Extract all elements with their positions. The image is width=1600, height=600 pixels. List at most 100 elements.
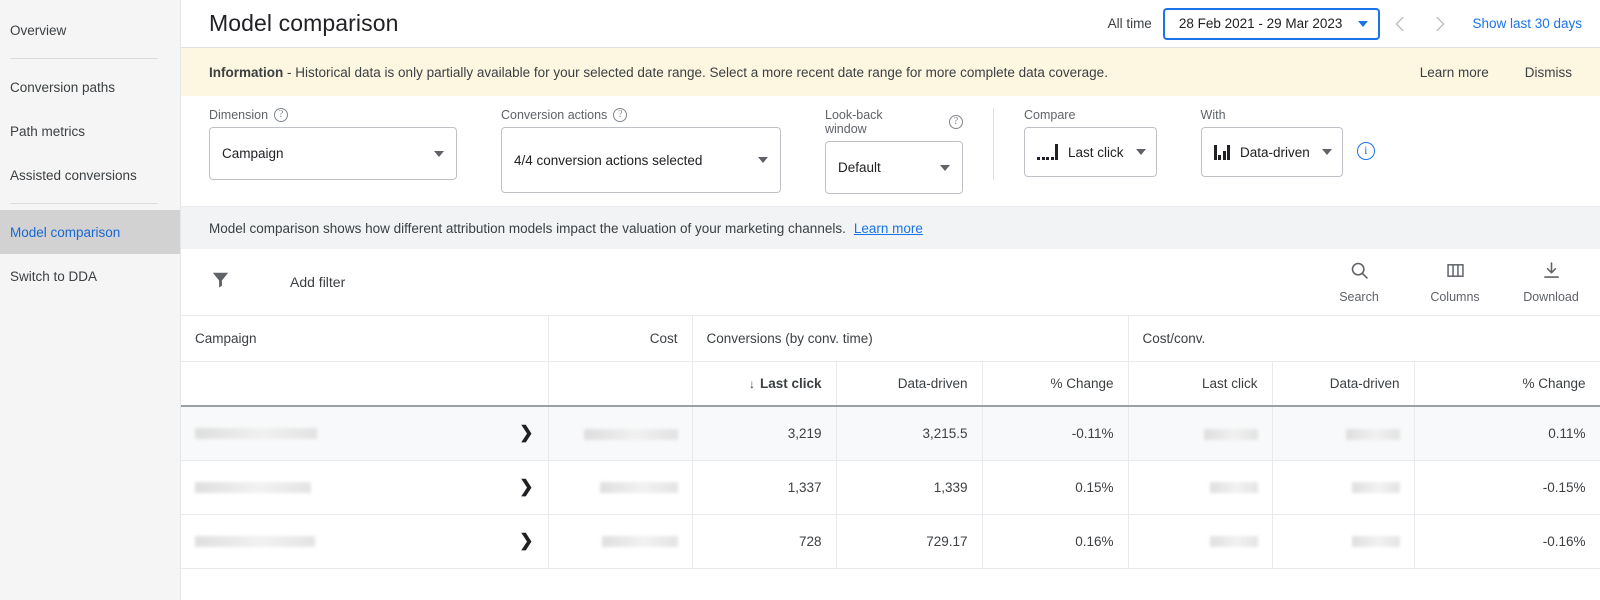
cell-campaign: ❯ xyxy=(181,460,549,515)
header-cost[interactable]: Cost xyxy=(548,316,693,362)
cell-conv-last-click: 1,337 xyxy=(692,460,837,515)
download-label: Download xyxy=(1523,290,1579,304)
lookback-value: Default xyxy=(838,160,881,175)
subheader-conv-last-click-label: Last click xyxy=(759,375,822,391)
compare-model-select[interactable]: Last click xyxy=(1024,127,1157,177)
campaign-name-redacted xyxy=(195,427,317,439)
compare-model-inner: Last click xyxy=(1037,144,1124,160)
table-subheader-row: ↓ Last click Data-driven % Change Last cl… xyxy=(181,361,1600,407)
subheader-cpc-data-driven[interactable]: Data-driven xyxy=(1272,361,1415,407)
data-driven-bars-icon xyxy=(1213,144,1231,160)
expand-row-chevron-icon[interactable]: ❯ xyxy=(519,531,533,551)
sidebar-item-overview[interactable]: Overview xyxy=(0,8,180,52)
model-comparison-table: Campaign Cost Conversions (by conv. time… xyxy=(181,316,1600,569)
download-button[interactable]: Download xyxy=(1520,260,1582,304)
expand-row-chevron-icon[interactable]: ❯ xyxy=(519,477,533,497)
help-icon[interactable]: ? xyxy=(274,108,289,122)
cpc-last-click-redacted xyxy=(1203,428,1258,440)
chevron-down-icon xyxy=(1358,20,1369,27)
header-controls: All time 28 Feb 2021 - 29 Mar 2023 Show … xyxy=(1108,4,1582,44)
dimension-select[interactable]: Campaign xyxy=(209,127,457,180)
cell-cpc-change: 0.11% xyxy=(1414,406,1600,461)
banner-learn-more-button[interactable]: Learn more xyxy=(1420,65,1489,80)
page-header: Model comparison All time 28 Feb 2021 - … xyxy=(181,0,1600,48)
show-last-30-days-link[interactable]: Show last 30 days xyxy=(1472,16,1582,31)
sidebar-item-label: Model comparison xyxy=(10,224,121,240)
with-model-control: With Data-driven xyxy=(1200,108,1343,177)
info-icon[interactable]: i xyxy=(1356,142,1375,160)
prev-period-button[interactable] xyxy=(1380,4,1420,44)
sidebar-item-conversion-paths[interactable]: Conversion paths xyxy=(0,65,180,109)
help-icon[interactable]: ? xyxy=(613,108,628,122)
sidebar-item-label: Assisted conversions xyxy=(10,167,137,183)
search-button[interactable]: Search xyxy=(1328,260,1390,304)
banner-message: Information - Historical data is only pa… xyxy=(209,65,1108,80)
next-period-button[interactable] xyxy=(1420,4,1460,44)
with-model-select[interactable]: Data-driven xyxy=(1200,127,1343,177)
chevron-down-icon xyxy=(434,150,444,157)
sidebar-item-model-comparison[interactable]: Model comparison xyxy=(0,210,180,254)
sidebar-item-switch-to-dda[interactable]: Switch to DDA xyxy=(0,254,180,298)
cell-cpc-last-click xyxy=(1128,460,1273,515)
sort-desc-icon: ↓ xyxy=(748,376,755,391)
table-row[interactable]: ❯ 728 729.17 0.16% -0.16% xyxy=(181,514,1600,569)
table-row[interactable]: ❯ 1,337 1,339 0.15% -0.15% xyxy=(181,460,1600,515)
table-row[interactable]: ❯ 3,219 3,215.5 -0.11% 0.11% xyxy=(181,406,1600,461)
description-learn-more-link[interactable]: Learn more xyxy=(854,221,923,236)
banner-strong-label: Information xyxy=(209,64,284,80)
toolbar-actions: Search Columns Download xyxy=(1328,260,1582,304)
lookback-label: Look-back window xyxy=(825,108,883,136)
lookback-window-control: Look-back window ? Default xyxy=(825,108,963,194)
chevron-down-icon xyxy=(940,164,950,171)
sidebar-item-label: Path metrics xyxy=(10,123,86,139)
sidebar-item-assisted-conversions[interactable]: Assisted conversions xyxy=(0,153,180,197)
subheader-conv-last-click[interactable]: ↓ Last click xyxy=(692,361,837,407)
chevron-down-icon xyxy=(758,157,768,163)
controls-divider xyxy=(993,108,994,180)
data-table-container[interactable]: Campaign Cost Conversions (by conv. time… xyxy=(181,316,1600,600)
date-range-picker[interactable]: 28 Feb 2021 - 29 Mar 2023 xyxy=(1162,7,1381,40)
cell-conv-change: -0.11% xyxy=(982,406,1129,461)
cell-conv-last-click: 728 xyxy=(692,514,837,569)
search-label: Search xyxy=(1339,290,1379,304)
conversion-actions-select[interactable]: 4/4 conversion actions selected xyxy=(501,127,781,193)
cell-cost xyxy=(548,514,693,569)
help-icon[interactable]: ? xyxy=(949,115,963,129)
conversion-actions-control: Conversion actions ? 4/4 conversion acti… xyxy=(501,108,781,193)
subheader-conv-data-driven[interactable]: Data-driven xyxy=(836,361,983,407)
expand-row-chevron-icon[interactable]: ❯ xyxy=(519,423,533,443)
cell-cpc-data-driven xyxy=(1272,514,1415,569)
columns-button[interactable]: Columns xyxy=(1424,260,1486,304)
cell-campaign: ❯ xyxy=(181,406,549,461)
subheader-cpc-last-click[interactable]: Last click xyxy=(1128,361,1273,407)
add-filter-button[interactable]: Add filter xyxy=(290,274,345,290)
cost-redacted xyxy=(599,482,678,494)
cell-cpc-data-driven xyxy=(1272,460,1415,515)
campaign-cell-inner: ❯ xyxy=(195,531,534,551)
header-campaign[interactable]: Campaign xyxy=(181,316,549,362)
sidebar-item-path-metrics[interactable]: Path metrics xyxy=(0,109,180,153)
description-strip: Model comparison shows how different att… xyxy=(181,207,1600,249)
banner-dismiss-button[interactable]: Dismiss xyxy=(1525,65,1572,80)
last-click-bars-icon xyxy=(1037,144,1058,160)
campaign-name-redacted xyxy=(195,481,311,493)
cell-conv-last-click: 3,219 xyxy=(692,406,837,461)
controls-bar: Dimension ? Campaign Conversion actions … xyxy=(181,96,1600,207)
cost-redacted xyxy=(601,536,678,548)
with-label: With xyxy=(1200,108,1226,122)
subheader-conv-change[interactable]: % Change xyxy=(982,361,1129,407)
filter-icon[interactable] xyxy=(209,268,232,296)
sidebar-item-label: Switch to DDA xyxy=(10,268,98,284)
with-model-inner: Data-driven xyxy=(1213,144,1310,160)
columns-icon xyxy=(1445,260,1466,286)
lookback-label-row: Look-back window ? xyxy=(825,108,963,136)
campaign-cell-inner: ❯ xyxy=(195,423,534,443)
compare-model-control: Compare Last click xyxy=(1024,108,1157,177)
subheader-cpc-change[interactable]: % Change xyxy=(1414,361,1600,407)
columns-label: Columns xyxy=(1430,290,1480,304)
app-root: Overview Conversion paths Path metrics A… xyxy=(0,0,1600,600)
cell-conv-change: 0.16% xyxy=(982,514,1129,569)
cell-cpc-last-click xyxy=(1128,514,1273,569)
cpc-data-driven-redacted xyxy=(1351,482,1400,494)
lookback-select[interactable]: Default xyxy=(825,141,963,194)
